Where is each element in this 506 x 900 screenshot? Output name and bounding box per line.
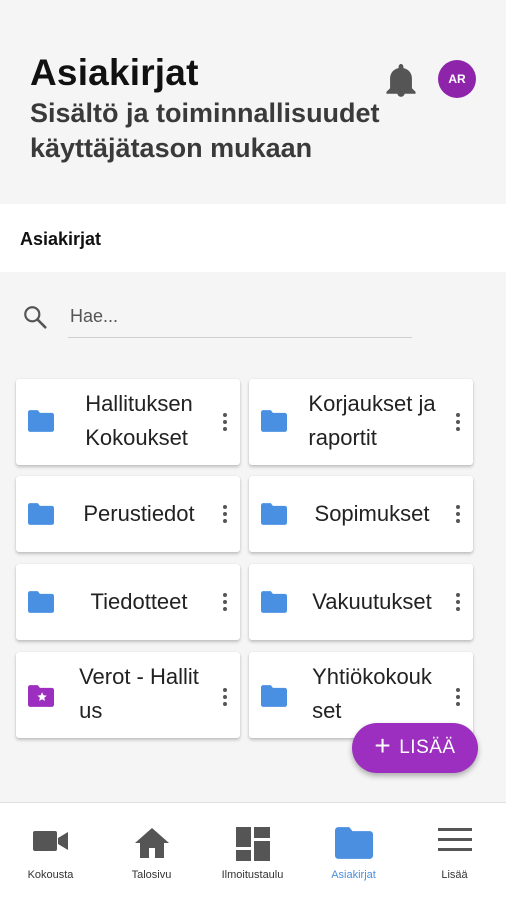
folder-label: Korjaukset ja raportit — [308, 391, 436, 450]
home-icon — [134, 828, 169, 858]
folder-icon — [261, 410, 287, 432]
folder-label: Hallituksen Kokoukset — [85, 391, 193, 450]
folder-label: Yhtiökokouk set — [312, 664, 432, 723]
folder-label: Vakuutukset — [312, 589, 432, 614]
search-input[interactable] — [68, 296, 412, 338]
nav-item-talosivu[interactable]: Talosivu — [101, 803, 202, 900]
folder-icon — [261, 685, 287, 707]
breadcrumb-item[interactable]: Asiakirjat — [20, 229, 101, 250]
nav-label: Talosivu — [131, 869, 172, 881]
more-options-icon[interactable] — [222, 591, 228, 613]
folder-card-hallituksen-kokoukset[interactable]: Hallituksen Kokoukset — [16, 379, 240, 465]
nav-label: Kokousta — [27, 869, 74, 881]
folder-label: Tiedotteet — [90, 589, 188, 614]
avatar[interactable]: AR — [438, 60, 476, 98]
page-title: Asiakirjat — [30, 52, 199, 93]
nav-label: Ilmoitustaulu — [221, 869, 284, 881]
nav-item-lisaa[interactable]: Lisää — [404, 803, 505, 900]
more-options-icon[interactable] — [455, 686, 461, 708]
more-options-icon[interactable] — [455, 591, 461, 613]
folder-icon — [334, 827, 373, 859]
more-options-icon[interactable] — [222, 503, 228, 525]
bottom-navigation: Kokousta Talosivu Ilmoitustaulu Asiakirj… — [0, 802, 506, 900]
search-icon — [24, 306, 47, 329]
folder-card-vakuutukset[interactable]: Vakuutukset — [249, 564, 473, 640]
plus-icon: + — [374, 730, 392, 761]
add-button[interactable]: + LISÄÄ — [352, 723, 478, 773]
folder-card-verot-hallitus[interactable]: Verot - Hallit us — [16, 652, 240, 738]
folder-icon — [28, 591, 54, 613]
folder-card-tiedotteet[interactable]: Tiedotteet — [16, 564, 240, 640]
breadcrumb: Asiakirjat — [0, 204, 506, 272]
folder-icon — [28, 503, 54, 525]
page-subtitle: Sisältö ja toiminnallisuudet käyttäjätas… — [30, 98, 380, 163]
folder-icon — [261, 503, 287, 525]
folder-card-sopimukset[interactable]: Sopimukset — [249, 476, 473, 552]
more-options-icon[interactable] — [455, 503, 461, 525]
video-camera-icon — [32, 831, 68, 851]
more-options-icon[interactable] — [222, 411, 228, 433]
bell-icon[interactable] — [386, 64, 416, 98]
folder-icon — [261, 591, 287, 613]
folder-card-korjaukset-ja-raportit[interactable]: Korjaukset ja raportit — [249, 379, 473, 465]
nav-label: Lisää — [441, 869, 468, 881]
nav-item-ilmoitustaulu[interactable]: Ilmoitustaulu — [202, 803, 303, 900]
folder-icon — [28, 410, 54, 432]
folder-card-perustiedot[interactable]: Perustiedot — [16, 476, 240, 552]
nav-item-kokousta[interactable]: Kokousta — [0, 803, 101, 900]
add-button-label: LISÄÄ — [399, 737, 456, 758]
nav-item-asiakirjat[interactable]: Asiakirjat — [303, 803, 404, 900]
menu-icon — [437, 828, 472, 851]
folder-label: Verot - Hallit us — [79, 664, 199, 723]
folder-label: Sopimukset — [314, 501, 430, 526]
folder-label: Perustiedot — [83, 501, 195, 526]
starred-folder-icon — [28, 685, 54, 707]
nav-label: Asiakirjat — [331, 869, 376, 881]
more-options-icon[interactable] — [455, 411, 461, 433]
app-screen: Asiakirjat Sisältö ja toiminnallisuudet … — [0, 0, 506, 900]
more-options-icon[interactable] — [222, 686, 228, 708]
dashboard-icon — [235, 827, 270, 861]
header: Asiakirjat Sisältö ja toiminnallisuudet … — [0, 0, 506, 204]
